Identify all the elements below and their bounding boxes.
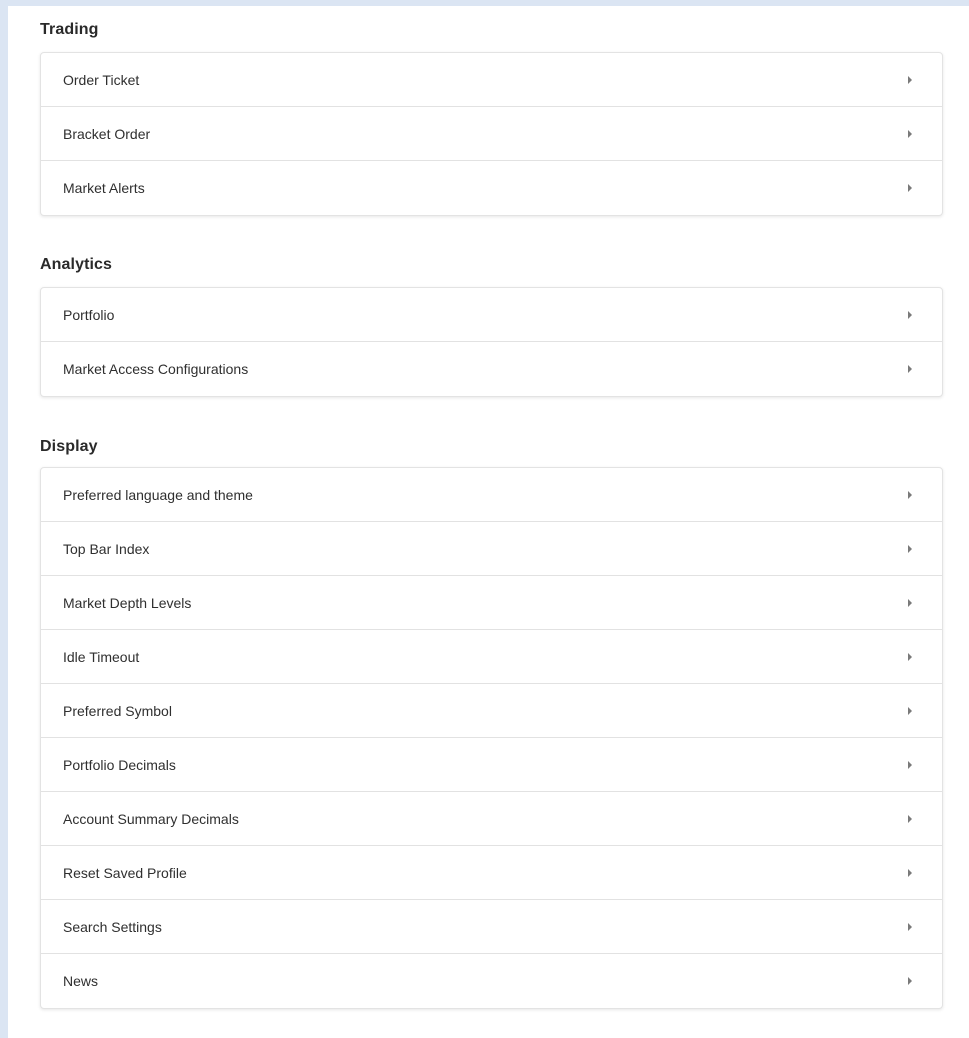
- settings-item-label: Portfolio: [63, 306, 115, 323]
- settings-item-label: Bracket Order: [63, 125, 151, 142]
- settings-item-news[interactable]: News: [41, 954, 942, 1008]
- chevron-right-icon: [908, 598, 912, 607]
- settings-item-market-alerts[interactable]: Market Alerts: [41, 161, 942, 215]
- chevron-right-icon: [908, 310, 912, 319]
- chevron-right-icon: [908, 544, 912, 553]
- settings-item-label: Market Access Configurations: [63, 361, 249, 377]
- settings-item-label: Top Bar Index: [63, 540, 150, 557]
- chevron-right-icon: [908, 977, 912, 985]
- settings-item-label: News: [63, 973, 99, 989]
- settings-item-label: Search Settings: [63, 918, 162, 935]
- settings-item-label: Market Alerts: [63, 180, 145, 196]
- chevron-right-icon: [908, 706, 912, 715]
- settings-item-label: Preferred Symbol: [63, 702, 172, 719]
- chevron-right-icon: [908, 868, 912, 877]
- chevron-right-icon: [908, 814, 912, 823]
- settings-item-market-access-configurations[interactable]: Market Access Configurations: [41, 342, 942, 396]
- chevron-right-icon: [908, 760, 912, 769]
- settings-item-label: Account Summary Decimals: [63, 810, 239, 827]
- settings-item-portfolio[interactable]: Portfolio: [41, 288, 942, 342]
- settings-item-reset-saved-profile[interactable]: Reset Saved Profile: [41, 846, 942, 900]
- chevron-right-icon: [908, 365, 912, 373]
- settings-item-preferred-symbol[interactable]: Preferred Symbol: [41, 684, 942, 738]
- settings-item-label: Portfolio Decimals: [63, 756, 176, 773]
- settings-item-account-summary-decimals[interactable]: Account Summary Decimals: [41, 792, 942, 846]
- settings-item-top-bar-index[interactable]: Top Bar Index: [41, 522, 942, 576]
- section-title-analytics: Analytics: [40, 256, 113, 273]
- settings-item-label: Reset Saved Profile: [63, 864, 187, 881]
- settings-panel: Trading Order Ticket Bracket Order Marke…: [8, 6, 969, 1038]
- chevron-right-icon: [908, 184, 912, 192]
- chevron-right-icon: [908, 490, 912, 499]
- settings-item-label: Market Depth Levels: [63, 594, 192, 611]
- settings-item-label: Order Ticket: [63, 71, 140, 88]
- chevron-right-icon: [908, 652, 912, 661]
- section-title-display: Display: [40, 438, 98, 455]
- settings-card-trading: Order Ticket Bracket Order Market Alerts: [40, 52, 943, 216]
- settings-item-preferred-language-and-theme[interactable]: Preferred language and theme: [41, 468, 942, 522]
- settings-item-order-ticket[interactable]: Order Ticket: [41, 53, 942, 107]
- chevron-right-icon: [908, 922, 912, 931]
- section-title-trading: Trading: [40, 21, 99, 38]
- settings-item-label: Idle Timeout: [63, 648, 140, 665]
- chevron-right-icon: [908, 129, 912, 138]
- chevron-right-icon: [908, 75, 912, 84]
- settings-item-portfolio-decimals[interactable]: Portfolio Decimals: [41, 738, 942, 792]
- settings-item-label: Preferred language and theme: [63, 486, 253, 503]
- settings-item-bracket-order[interactable]: Bracket Order: [41, 107, 942, 161]
- settings-item-search-settings[interactable]: Search Settings: [41, 900, 942, 954]
- settings-card-display: Preferred language and theme Top Bar Ind…: [40, 467, 943, 1009]
- settings-item-idle-timeout[interactable]: Idle Timeout: [41, 630, 942, 684]
- settings-item-market-depth-levels[interactable]: Market Depth Levels: [41, 576, 942, 630]
- settings-card-analytics: Portfolio Market Access Configurations: [40, 287, 943, 397]
